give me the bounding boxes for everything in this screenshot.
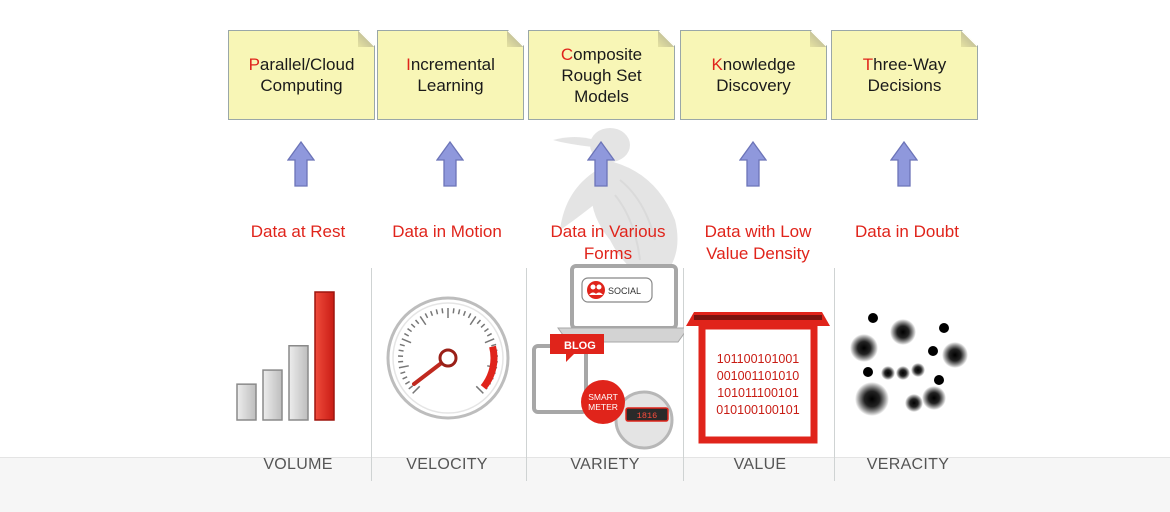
binary-row: 101100101001 bbox=[717, 352, 800, 366]
method-title: Learning bbox=[406, 75, 495, 96]
smart-meter-icon: SMART METER 1816 bbox=[581, 380, 672, 448]
method-initial: C bbox=[561, 45, 573, 64]
method-note-incremental-learning: Incremental Learning bbox=[377, 30, 524, 120]
method-title: Models bbox=[561, 86, 642, 107]
method-title: ncremental bbox=[411, 55, 495, 74]
svg-text:SMART: SMART bbox=[588, 392, 618, 402]
characteristic-label-doubt: Data in Doubt bbox=[832, 221, 982, 243]
binary-row: 010100100101 bbox=[716, 403, 799, 417]
volume-bar bbox=[237, 384, 256, 420]
up-arrow-icon bbox=[739, 141, 767, 187]
characteristic-label-various-forms: Data in VariousForms bbox=[533, 221, 683, 265]
up-arrow-icon bbox=[287, 141, 315, 187]
method-note-composite-rough-set: Composite Rough Set Models bbox=[528, 30, 675, 120]
method-title: nowledge bbox=[723, 55, 796, 74]
characteristic-label-low-value-density: Data with LowValue Density bbox=[683, 221, 833, 265]
method-title: omposite bbox=[573, 45, 642, 64]
people-icon bbox=[587, 281, 605, 299]
v-label-velocity: VELOCITY bbox=[372, 456, 522, 474]
column-divider bbox=[371, 268, 372, 481]
volume-bar bbox=[315, 292, 334, 420]
bar-chart-icon bbox=[228, 285, 368, 425]
v-label-volume: VOLUME bbox=[223, 456, 373, 474]
v-label-veracity: VERACITY bbox=[833, 456, 983, 474]
uncertainty-dots-icon bbox=[838, 308, 978, 428]
method-initial: T bbox=[863, 55, 873, 74]
svg-text:BLOG: BLOG bbox=[564, 340, 596, 352]
svg-text:METER: METER bbox=[588, 402, 618, 412]
column-divider bbox=[834, 268, 835, 481]
social-tag: SOCIAL bbox=[582, 278, 652, 302]
method-initial: P bbox=[249, 55, 260, 74]
gauge-tick bbox=[442, 308, 443, 313]
method-note-three-way-decisions: Three-Way Decisions bbox=[831, 30, 978, 120]
svg-text:SOCIAL: SOCIAL bbox=[608, 286, 641, 296]
big-data-diagram: Parallel/Cloud Computing Incremental Lea… bbox=[0, 0, 1170, 511]
laptop-icon bbox=[558, 266, 684, 342]
v-label-variety: VARIETY bbox=[530, 456, 680, 474]
method-title: Discovery bbox=[711, 75, 795, 96]
speedometer-icon bbox=[382, 292, 514, 424]
method-note-knowledge-discovery: Knowledge Discovery bbox=[680, 30, 827, 120]
up-arrow-icon bbox=[436, 141, 464, 187]
method-title: arallel/Cloud bbox=[260, 55, 355, 74]
gauge-tick bbox=[399, 350, 404, 351]
method-title: hree-Way bbox=[873, 55, 946, 74]
volume-bar bbox=[289, 346, 308, 420]
column-divider bbox=[526, 268, 527, 481]
binary-row: 001001101010 bbox=[717, 369, 800, 383]
method-initial: K bbox=[711, 55, 722, 74]
binary-document-icon: 101100101001 001001101010 101011100101 0… bbox=[684, 312, 832, 444]
up-arrow-icon bbox=[587, 141, 615, 187]
method-title: Computing bbox=[249, 75, 355, 96]
gauge-tick bbox=[453, 308, 454, 313]
method-note-parallel-cloud: Parallel/Cloud Computing bbox=[228, 30, 375, 120]
up-arrow-icon bbox=[890, 141, 918, 187]
characteristic-label-rest: Data at Rest bbox=[223, 221, 373, 243]
variety-illustration: SOCIAL BLOG SMART METER 1816 bbox=[528, 262, 684, 452]
characteristic-label-motion: Data in Motion bbox=[372, 221, 522, 243]
method-title: Rough Set bbox=[561, 65, 642, 86]
tablet-icon bbox=[534, 346, 586, 412]
method-title: Decisions bbox=[863, 75, 946, 96]
binary-row: 101011100101 bbox=[717, 386, 799, 400]
v-label-value: VALUE bbox=[685, 456, 835, 474]
volume-bar bbox=[263, 370, 282, 420]
svg-text:1816: 1816 bbox=[637, 411, 657, 421]
